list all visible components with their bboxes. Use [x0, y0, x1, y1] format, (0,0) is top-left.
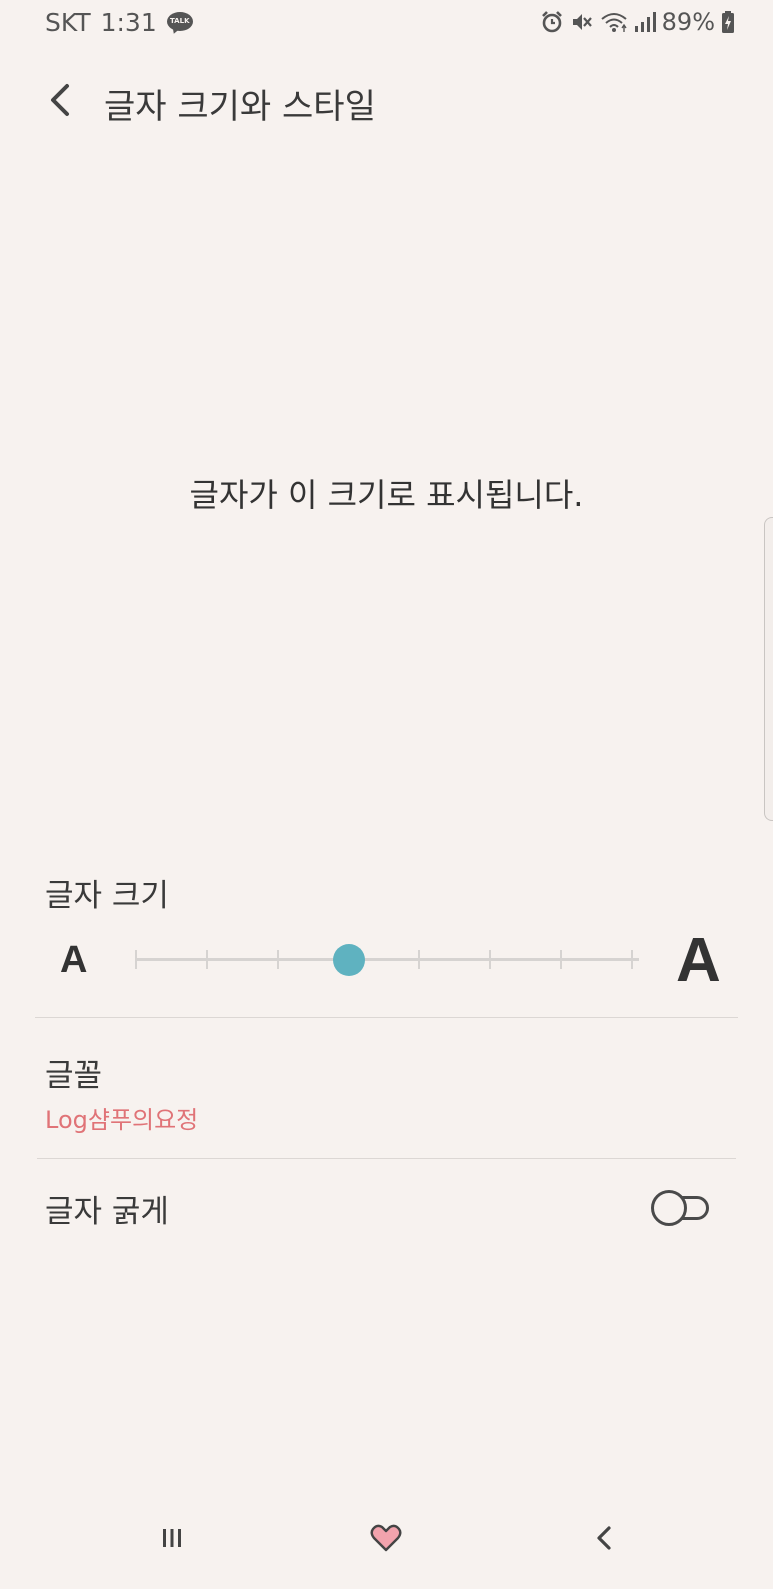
home-heart-icon [370, 1524, 402, 1552]
bold-text-label: 글자 굵게 [45, 1194, 169, 1230]
recents-icon [163, 1529, 181, 1547]
back-button[interactable] [38, 78, 82, 122]
recents-button[interactable] [154, 1520, 190, 1556]
edge-panel-handle[interactable] [764, 517, 773, 821]
bold-text-row[interactable]: 글자 굵게 [0, 1160, 773, 1260]
screen: SKT 1:31 TALK 89% 글자 크기와 스타일 글자가 이 크기로 표… [0, 0, 773, 1589]
small-font-glyph: A [60, 939, 88, 981]
slider-tick[interactable] [276, 950, 279, 969]
chevron-left-icon [51, 84, 69, 116]
slider-tick[interactable] [135, 950, 137, 969]
slider-track[interactable] [135, 958, 639, 961]
font-style-value: Log샴푸의요정 [45, 1106, 199, 1134]
battery-charging-icon [721, 10, 735, 34]
slider-tick[interactable] [560, 950, 563, 969]
status-bar: SKT 1:31 TALK 89% [0, 0, 773, 48]
signal-icon [634, 10, 656, 34]
font-size-slider[interactable] [135, 944, 639, 976]
status-right: 89% [540, 8, 735, 36]
font-size-row: A A [0, 925, 773, 995]
switch-knob [651, 1190, 687, 1226]
carrier-label: SKT [45, 8, 91, 37]
slider-tick[interactable] [631, 950, 633, 969]
clock: 1:31 [100, 8, 157, 37]
home-button[interactable] [368, 1520, 404, 1556]
page-title: 글자 크기와 스타일 [104, 87, 376, 127]
divider [35, 1017, 738, 1018]
preview-text: 글자가 이 크기로 표시됩니다. [189, 476, 584, 514]
wifi-icon [600, 10, 628, 34]
app-bar: 글자 크기와 스타일 [0, 68, 773, 132]
slider-tick[interactable] [489, 950, 492, 969]
font-size-label: 글자 크기 [45, 878, 169, 914]
nav-back-button[interactable] [586, 1520, 622, 1556]
mute-vibrate-icon [570, 10, 594, 34]
slider-tick[interactable] [205, 950, 208, 969]
status-left: SKT 1:31 TALK [45, 8, 193, 37]
navigation-bar [0, 1510, 773, 1589]
bold-text-switch[interactable] [651, 1190, 709, 1226]
battery-percent: 89% [661, 8, 715, 36]
alarm-icon [540, 10, 564, 34]
font-style-label: 글꼴 [45, 1058, 103, 1094]
divider [37, 1158, 736, 1159]
back-icon [597, 1526, 611, 1550]
slider-tick[interactable] [418, 950, 421, 969]
font-style-row[interactable]: 글꼴 Log샴푸의요정 [0, 1020, 773, 1140]
large-font-glyph: A [676, 926, 721, 995]
kakaotalk-icon: TALK [166, 11, 193, 35]
slider-thumb[interactable] [332, 944, 365, 976]
